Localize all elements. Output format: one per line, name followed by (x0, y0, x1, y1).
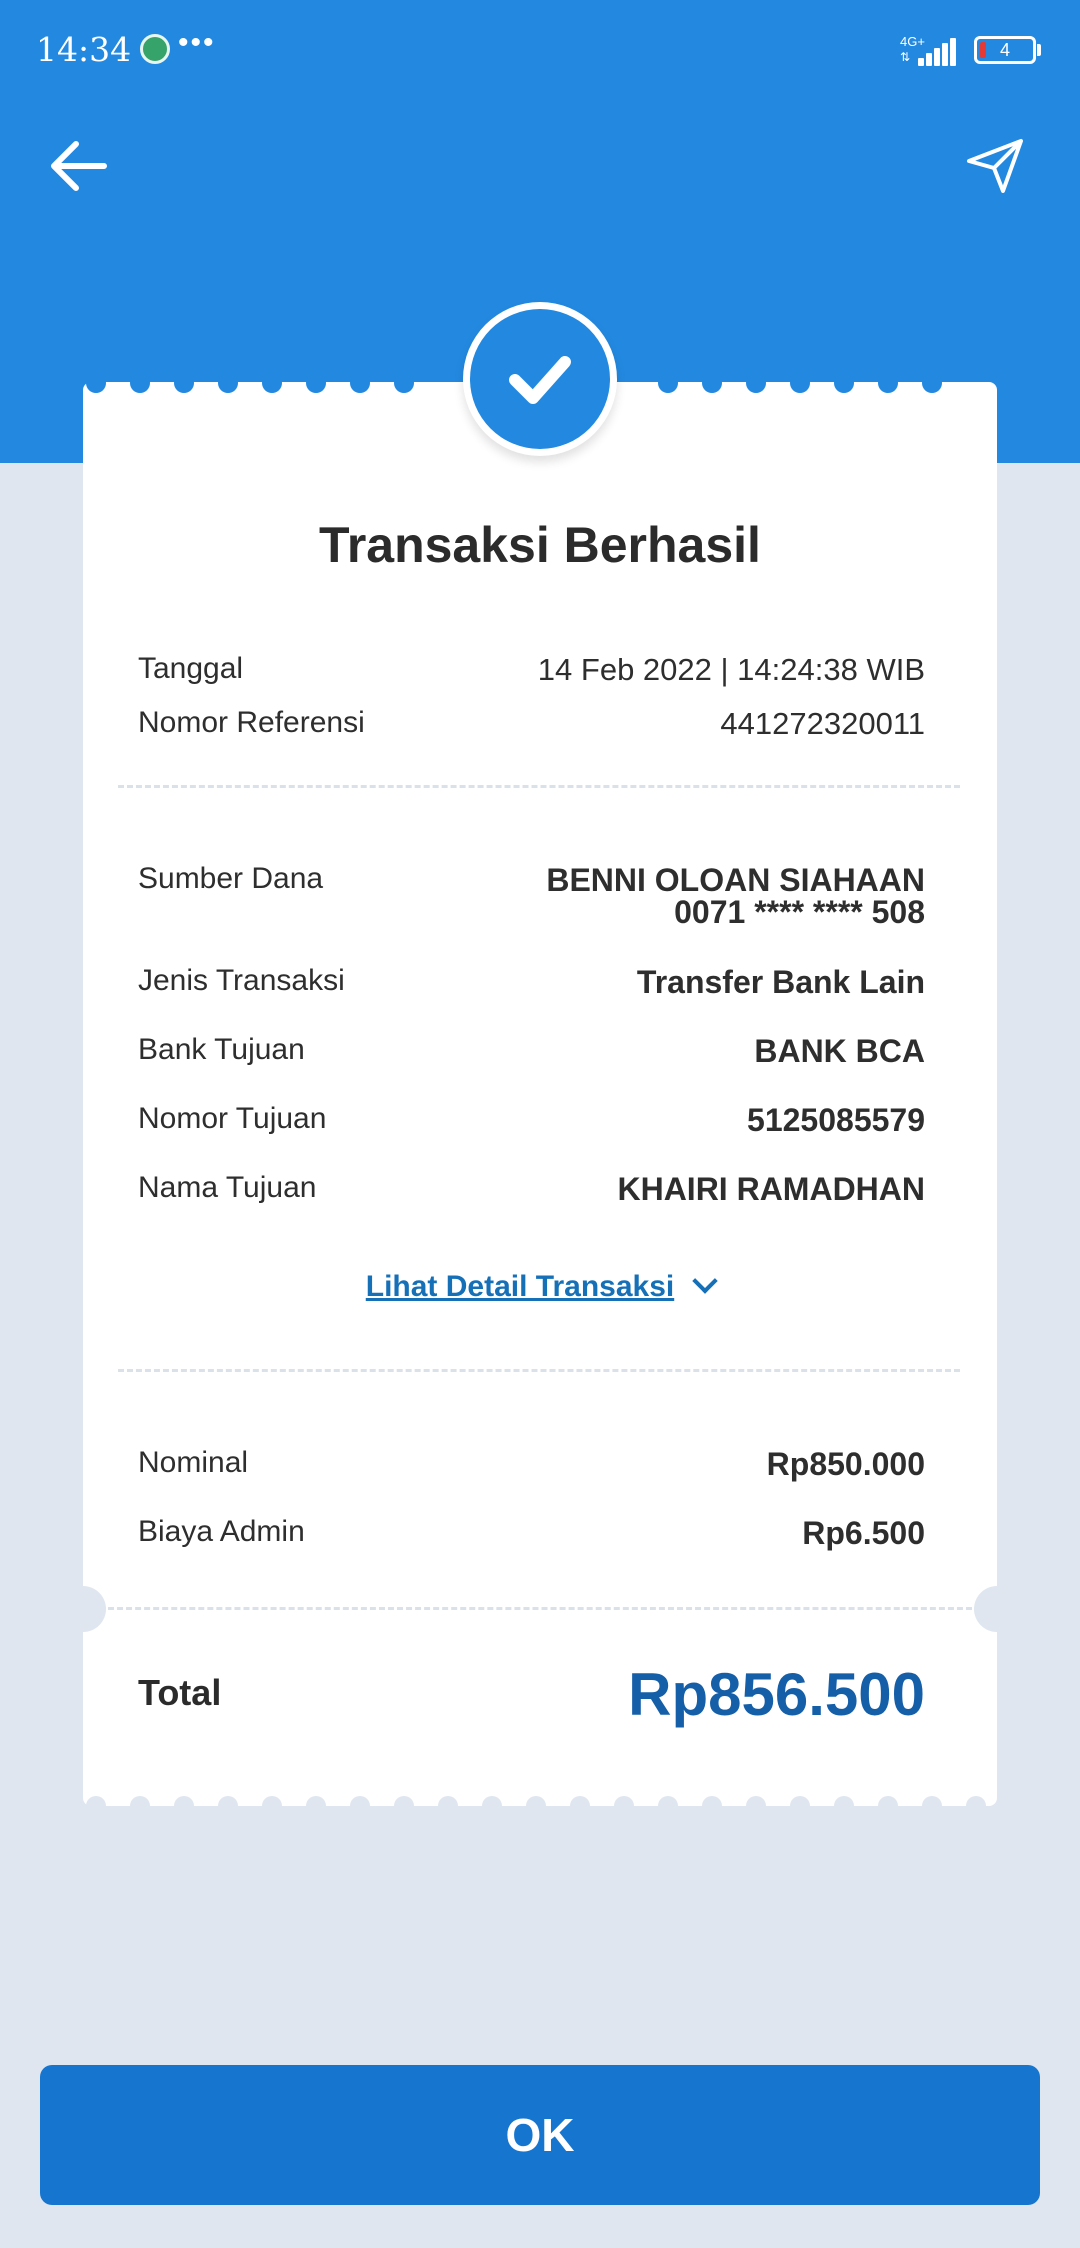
admin-fee-label: Biaya Admin (138, 1515, 305, 1548)
receipt-scallop (350, 1796, 370, 1816)
destination-number-value: 5125085579 (747, 1102, 925, 1138)
signal-icon (918, 36, 958, 66)
receipt-scallop (130, 373, 150, 393)
receipt-scallop (658, 1796, 678, 1816)
receipt-scallop (878, 373, 898, 393)
destination-bank-value: BANK BCA (754, 1033, 925, 1069)
row-destination-bank: Bank Tujuan BANK BCA (138, 1033, 925, 1077)
receipt-scallop (746, 373, 766, 393)
receipt-scallop (746, 1796, 766, 1816)
receipt-scallop (790, 1796, 810, 1816)
date-label: Tanggal (138, 652, 244, 685)
receipt-scallop (306, 1796, 326, 1816)
data-activity-icon: ⇅ (900, 50, 911, 64)
receipt-scallop (614, 1796, 634, 1816)
battery-cap (1037, 44, 1041, 56)
nominal-value: Rp850.000 (766, 1446, 925, 1482)
ok-button[interactable]: OK (40, 2065, 1040, 2205)
receipt-scallop (218, 373, 238, 393)
receipt-scallop (262, 373, 282, 393)
reference-value: 441272320011 (720, 706, 925, 741)
check-circle-icon (470, 309, 610, 449)
receipt-scallop (702, 1796, 722, 1816)
receipt-notch-right (974, 1586, 1020, 1632)
row-source: Sumber Dana BENNI OLOAN SIAHAAN 0071 ***… (138, 862, 925, 942)
back-button[interactable] (48, 140, 108, 192)
admin-fee-value: Rp6.500 (802, 1515, 925, 1551)
source-label: Sumber Dana (138, 862, 324, 895)
destination-name-value: KHAIRI RAMADHAN (617, 1171, 925, 1207)
row-destination-number: Nomor Tujuan 5125085579 (138, 1102, 925, 1146)
receipt-notch-left (60, 1586, 106, 1632)
total-label: Total (138, 1672, 222, 1713)
share-button[interactable] (965, 137, 1027, 195)
date-value: 14 Feb 2022 | 14:24:38 WIB (537, 652, 925, 687)
receipt-scallop (218, 1796, 238, 1816)
app-notification-icon (140, 34, 170, 64)
row-destination-name: Nama Tujuan KHAIRI RAMADHAN (138, 1171, 925, 1215)
receipt-scallop (394, 1796, 414, 1816)
view-details-label: Lihat Detail Transaksi (365, 1270, 675, 1303)
receipt-scallop (86, 1796, 106, 1816)
receipt-scallop (438, 1796, 458, 1816)
arrow-left-icon (51, 141, 107, 191)
row-reference: Nomor Referensi 441272320011 (138, 706, 925, 750)
receipt-card (83, 382, 997, 1806)
battery-icon: 4 (974, 36, 1036, 64)
send-icon (967, 139, 1023, 193)
chevron-down-icon (692, 1268, 718, 1294)
receipt-scallop (482, 1796, 502, 1816)
row-nominal: Nominal Rp850.000 (138, 1446, 925, 1490)
receipt-scallop (658, 373, 678, 393)
view-details-link[interactable]: Lihat Detail Transaksi (0, 1268, 1080, 1304)
receipt-scallop (350, 373, 370, 393)
source-account: 0071 **** **** 508 (674, 894, 925, 930)
destination-bank-label: Bank Tujuan (138, 1033, 305, 1066)
more-notifications-icon: ••• (178, 26, 216, 59)
row-admin-fee: Biaya Admin Rp6.500 (138, 1515, 925, 1559)
battery-level: 4 (999, 40, 1010, 60)
destination-name-label: Nama Tujuan (138, 1171, 317, 1204)
receipt-scallop (834, 1796, 854, 1816)
receipt-scallop (966, 1796, 986, 1816)
transaction-type-value: Transfer Bank Lain (636, 964, 925, 1000)
status-bar: 14:34 ••• 4G+ ⇅ 4 (0, 0, 1080, 100)
receipt-scallop (306, 373, 326, 393)
receipt-scallop (878, 1796, 898, 1816)
transaction-type-label: Jenis Transaksi (138, 964, 345, 997)
receipt-scallop (394, 373, 414, 393)
receipt-scallop (262, 1796, 282, 1816)
receipt-scallop (702, 373, 722, 393)
receipt-scallop (526, 1796, 546, 1816)
receipt-scallop (86, 373, 106, 393)
row-date: Tanggal 14 Feb 2022 | 14:24:38 WIB (138, 652, 925, 696)
receipt-scallop (922, 373, 942, 393)
receipt-scallop (834, 373, 854, 393)
page-title: Transaksi Berhasil (319, 517, 761, 573)
status-time: 14:34 (36, 30, 132, 69)
receipt-scallop (174, 373, 194, 393)
divider (108, 1607, 972, 1610)
nominal-label: Nominal (138, 1446, 249, 1479)
total-value: Rp856.500 (628, 1661, 925, 1728)
receipt-scallop (570, 1796, 590, 1816)
divider (118, 785, 960, 788)
receipt-scallop (790, 373, 810, 393)
row-transaction-type: Jenis Transaksi Transfer Bank Lain (138, 964, 925, 1008)
receipt-scallop (174, 1796, 194, 1816)
receipt-scallop (922, 1796, 942, 1816)
divider (118, 1369, 960, 1372)
receipt-scallop (130, 1796, 150, 1816)
destination-number-label: Nomor Tujuan (138, 1102, 327, 1135)
reference-label: Nomor Referensi (138, 706, 365, 739)
